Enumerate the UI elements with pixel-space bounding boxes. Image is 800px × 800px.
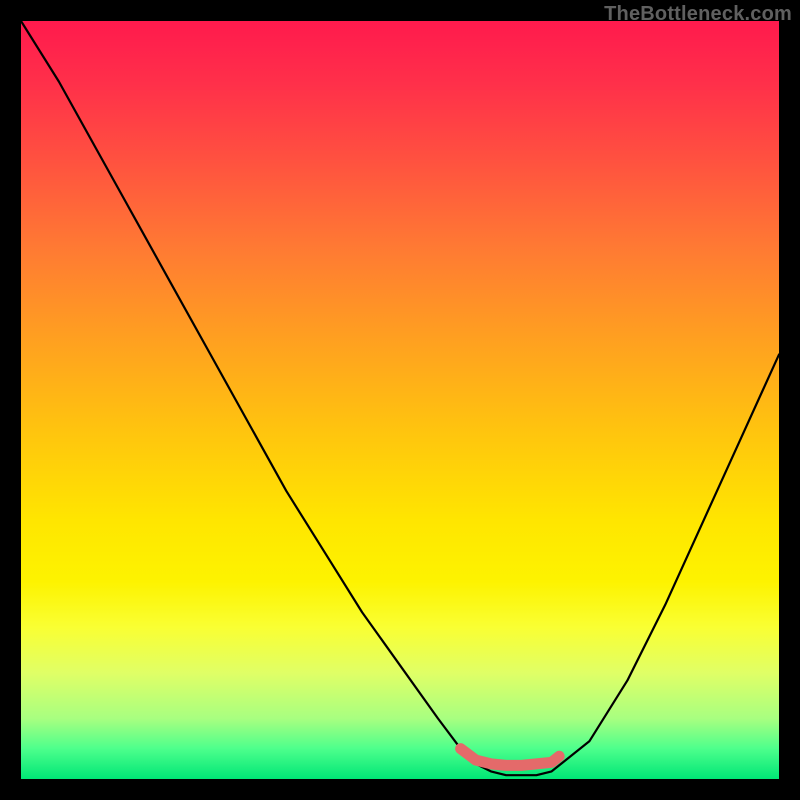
chart-frame: TheBottleneck.com <box>0 0 800 800</box>
watermark-label: TheBottleneck.com <box>604 3 792 26</box>
chart-overlay <box>21 21 779 779</box>
optimal-range-marker <box>461 749 560 766</box>
bottleneck-curve <box>21 21 779 775</box>
